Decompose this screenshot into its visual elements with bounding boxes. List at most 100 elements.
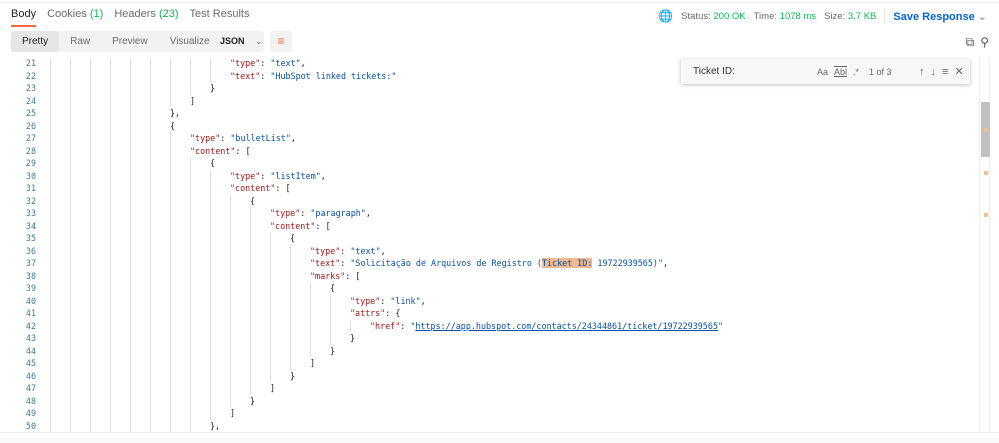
indent-guide — [330, 307, 331, 320]
line-number: 38 — [25, 270, 36, 281]
format-select[interactable]: JSON ⌄ — [212, 31, 264, 52]
view-pretty[interactable]: Pretty — [11, 31, 60, 52]
code-line: 24] — [0, 94, 978, 108]
json-string: "HubSpot linked tickets:" — [270, 70, 397, 81]
indent-guide — [230, 307, 231, 320]
indent-guide — [150, 369, 151, 382]
indent-guide — [310, 332, 311, 345]
search-icon[interactable]: ⚲ — [980, 35, 989, 50]
punctuation: ] — [310, 358, 316, 368]
find-input[interactable]: Ticket ID: — [693, 66, 811, 77]
code-text: } — [350, 332, 355, 345]
indent-guide — [190, 244, 191, 257]
indent-guide — [90, 307, 91, 320]
indent-guide — [250, 319, 251, 332]
top-border — [0, 0, 999, 3]
json-string: "Solicitação de Arquivos de Registro ( — [350, 258, 542, 268]
arrow-up-icon[interactable]: ↑ — [919, 66, 925, 78]
indent-guide — [210, 294, 211, 307]
indent-guide — [150, 157, 151, 170]
indent-guide — [230, 282, 231, 295]
tab-cookies[interactable]: Cookies (1) — [47, 8, 103, 27]
indent-guide — [70, 419, 71, 432]
indent-guide — [110, 207, 111, 220]
json-string: "paragraph" — [310, 208, 366, 218]
indent-guide — [70, 232, 71, 245]
network-globe-icon[interactable]: 🌐 — [658, 9, 673, 23]
tab-headers[interactable]: Headers (23) — [114, 8, 178, 27]
indent-guide — [170, 382, 171, 395]
code-text: ] — [310, 357, 315, 370]
indent-guide — [270, 232, 271, 245]
regex-toggle[interactable]: .* — [853, 67, 859, 77]
indent-guide — [70, 319, 71, 332]
match-case-toggle[interactable]: Aa — [817, 67, 828, 77]
tab-test-results[interactable]: Test Results — [190, 8, 250, 27]
line-number: 41 — [25, 308, 36, 318]
json-key: "attrs" — [350, 308, 386, 318]
code-line: 30 "type": "listItem", — [0, 169, 978, 182]
indent-guide — [190, 332, 191, 345]
code-line: 34 "content": [ — [0, 219, 978, 232]
indent-guide — [150, 232, 151, 245]
indent-guide — [230, 319, 231, 332]
indent-guide — [150, 382, 151, 395]
indent-guide — [210, 369, 211, 382]
indent-guide — [150, 144, 151, 157]
view-raw[interactable]: Raw — [59, 31, 101, 52]
indent-guide — [90, 194, 91, 207]
copy-icon[interactable]: ⧉ — [966, 35, 975, 50]
indent-guide — [270, 319, 271, 332]
find-in-selection-icon[interactable]: ≡ — [942, 66, 948, 78]
indent-guide — [230, 332, 231, 345]
url-link[interactable]: https://app.hubspot.com/contacts/2434486… — [415, 321, 718, 331]
code-text: }, — [170, 107, 180, 120]
indent-guide — [190, 382, 191, 395]
code-text: "type": "bulletList", — [190, 133, 296, 143]
indent-guide — [270, 282, 271, 295]
indent-guide — [70, 407, 71, 420]
indent-guide — [190, 58, 191, 70]
line-number: 46 — [25, 370, 36, 381]
response-tabs: Body Cookies (1) Headers (23) Test Resul… — [11, 8, 249, 27]
close-icon[interactable]: ✕ — [954, 65, 963, 78]
indent-guide — [150, 319, 151, 332]
format-value: JSON — [220, 36, 245, 46]
match-marker — [984, 171, 988, 175]
indent-guide — [290, 244, 291, 257]
indent-guide — [130, 332, 131, 345]
indent-guide — [310, 294, 311, 307]
code-line: 38 "marks": [ — [0, 269, 978, 282]
view-preview[interactable]: Preview — [101, 31, 159, 52]
indent-guide — [50, 58, 51, 70]
indent-guide — [170, 207, 171, 220]
indent-guide — [230, 382, 231, 395]
response-body-editor[interactable]: 21 "type": "text", 22 "text": "HubSpot link… — [0, 58, 978, 432]
vertical-scrollbar[interactable] — [979, 58, 990, 432]
indent-guide — [190, 394, 191, 407]
code-line: 48} — [0, 394, 978, 407]
code-text: "text": "HubSpot linked tickets:" — [230, 70, 397, 81]
match-word-toggle[interactable]: Abl — [834, 67, 847, 77]
indent-guide — [210, 207, 211, 220]
chevron-down-icon: ⌄ — [255, 36, 263, 46]
arrow-down-icon[interactable]: ↓ — [931, 66, 937, 78]
wrap-lines-button[interactable]: ≡ — [270, 31, 292, 52]
indent-guide — [210, 307, 211, 320]
json-key: "type" — [230, 58, 261, 68]
indent-guide — [210, 182, 211, 195]
indent-guide — [230, 357, 231, 370]
indent-guide — [150, 107, 151, 120]
indent-guide — [50, 232, 51, 245]
save-response-button[interactable]: Save Response ⌄ — [893, 10, 987, 23]
code-text: ] — [190, 95, 195, 108]
indent-guide — [150, 94, 151, 107]
indent-guide — [230, 269, 231, 282]
indent-guide — [170, 419, 171, 432]
bottom-bar — [0, 432, 999, 443]
indent-guide — [110, 132, 111, 145]
code-line: 40 "type": "link", — [0, 294, 978, 307]
line-number: 45 — [25, 358, 36, 368]
tab-body[interactable]: Body — [11, 8, 37, 27]
indent-guide — [250, 357, 251, 370]
